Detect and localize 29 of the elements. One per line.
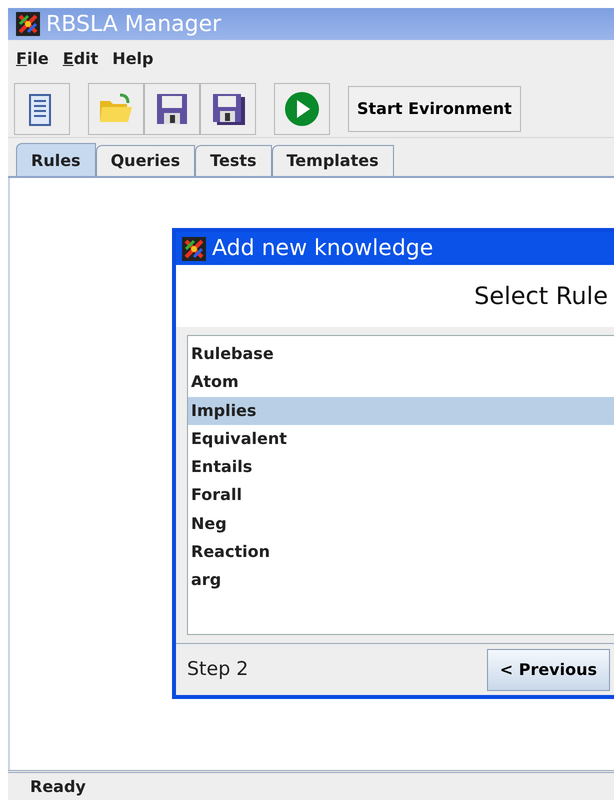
list-item[interactable]: Reaction [188,538,614,566]
list-item[interactable]: Neg [188,510,614,538]
list-item[interactable]: Rulebase [188,340,614,368]
list-item[interactable]: Entails [188,453,614,482]
step-label: Step 2 [187,657,248,682]
menu-item[interactable]: File [16,47,49,71]
list-item[interactable]: Forall [188,481,614,510]
toolbar-button[interactable] [144,82,200,134]
list-item[interactable]: Equivalent [188,424,614,454]
toolbar-button[interactable] [274,82,330,134]
previous-button[interactable]: < Previous [486,648,610,690]
app-logo-icon [182,236,206,260]
list-item[interactable]: Atom [188,368,614,397]
list-item[interactable]: Implies [188,396,614,425]
status-text: Ready [30,776,86,798]
dialog-heading: Select Rule [474,281,608,312]
window-title: RBSLA Manager [46,10,222,38]
tab[interactable]: Rules [16,143,96,176]
list-item[interactable]: arg [188,566,614,595]
app-logo-icon [16,12,40,36]
dialog-title: Add new knowledge [212,235,434,263]
toolbar-button[interactable] [200,82,256,134]
menu-item[interactable]: Edit [62,47,98,71]
tab[interactable]: Tests [195,145,272,176]
menu-item[interactable]: Help [112,47,154,71]
tab[interactable]: Templates [272,145,394,176]
start-button[interactable]: Start Evironment [348,86,521,132]
tab[interactable]: Queries [96,145,196,176]
toolbar-button[interactable] [14,82,70,134]
